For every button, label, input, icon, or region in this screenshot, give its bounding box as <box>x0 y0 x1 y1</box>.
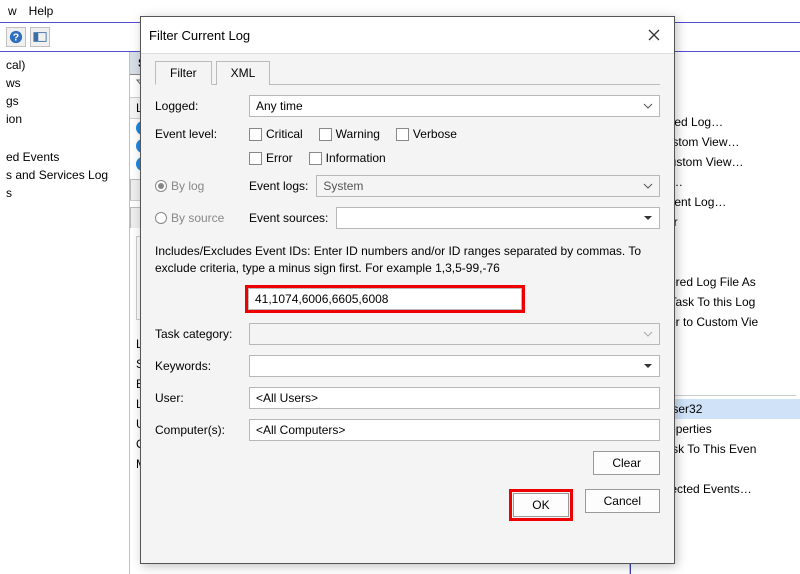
ok-button[interactable]: OK <box>513 493 568 517</box>
event-sources-label: Event sources: <box>249 211 328 225</box>
critical-checkbox[interactable]: Critical <box>249 127 303 141</box>
tree-item[interactable]: cal) <box>6 56 123 74</box>
ok-highlight: OK <box>509 489 572 521</box>
event-id-input[interactable]: 41,1074,6006,6605,6008 <box>248 288 522 310</box>
clear-button[interactable]: Clear <box>593 451 660 475</box>
svg-text:?: ? <box>13 32 19 44</box>
event-sources-combo[interactable] <box>336 207 660 229</box>
keywords-combo[interactable] <box>249 355 660 377</box>
chevron-down-icon <box>641 179 655 193</box>
toolbar-view-icon[interactable] <box>30 27 50 47</box>
warning-checkbox[interactable]: Warning <box>319 127 380 141</box>
event-id-hint: Includes/Excludes Event IDs: Enter ID nu… <box>155 243 660 277</box>
tree-pane: cal) ws gs ion ed Events s and Services … <box>0 52 130 574</box>
tree-item[interactable]: s and Services Log <box>6 166 123 184</box>
event-logs-combo[interactable]: System <box>316 175 660 197</box>
toolbar-help-icon[interactable]: ? <box>6 27 26 47</box>
menu-view[interactable]: w <box>8 4 17 18</box>
information-checkbox[interactable]: Information <box>309 151 386 165</box>
tab-filter[interactable]: Filter <box>155 61 212 85</box>
event-level-label: Event level: <box>155 127 241 141</box>
error-checkbox[interactable]: Error <box>249 151 293 165</box>
tree-item[interactable]: ed Events <box>6 148 123 166</box>
user-label: User: <box>155 391 241 405</box>
task-category-label: Task category: <box>155 327 241 341</box>
chevron-down-icon <box>641 99 655 113</box>
by-source-radio[interactable]: By source <box>155 211 241 225</box>
filter-log-dialog: Filter Current Log Filter XML Logged: An… <box>140 16 675 564</box>
verbose-checkbox[interactable]: Verbose <box>396 127 457 141</box>
task-category-combo[interactable] <box>249 323 660 345</box>
logged-combo[interactable]: Any time <box>249 95 660 117</box>
chevron-down-icon <box>641 211 655 225</box>
keywords-label: Keywords: <box>155 359 241 373</box>
tree-item[interactable]: s <box>6 184 123 202</box>
tree-item[interactable]: ion <box>6 110 123 128</box>
computers-label: Computer(s): <box>155 423 241 437</box>
close-icon[interactable] <box>642 23 666 47</box>
user-input[interactable]: <All Users> <box>249 387 660 409</box>
chevron-down-icon <box>641 359 655 373</box>
menu-help[interactable]: Help <box>29 4 54 18</box>
by-log-radio: By log <box>155 179 241 193</box>
chevron-down-icon <box>641 327 655 341</box>
event-id-highlight: 41,1074,6006,6605,6008 <box>245 285 525 313</box>
dialog-title: Filter Current Log <box>149 28 250 43</box>
computers-input[interactable]: <All Computers> <box>249 419 660 441</box>
cancel-button[interactable]: Cancel <box>585 489 660 513</box>
logged-label: Logged: <box>155 99 241 113</box>
tab-xml[interactable]: XML <box>216 61 271 85</box>
tree-item[interactable]: ws <box>6 74 123 92</box>
event-logs-label: Event logs: <box>249 179 308 193</box>
tree-item[interactable]: gs <box>6 92 123 110</box>
